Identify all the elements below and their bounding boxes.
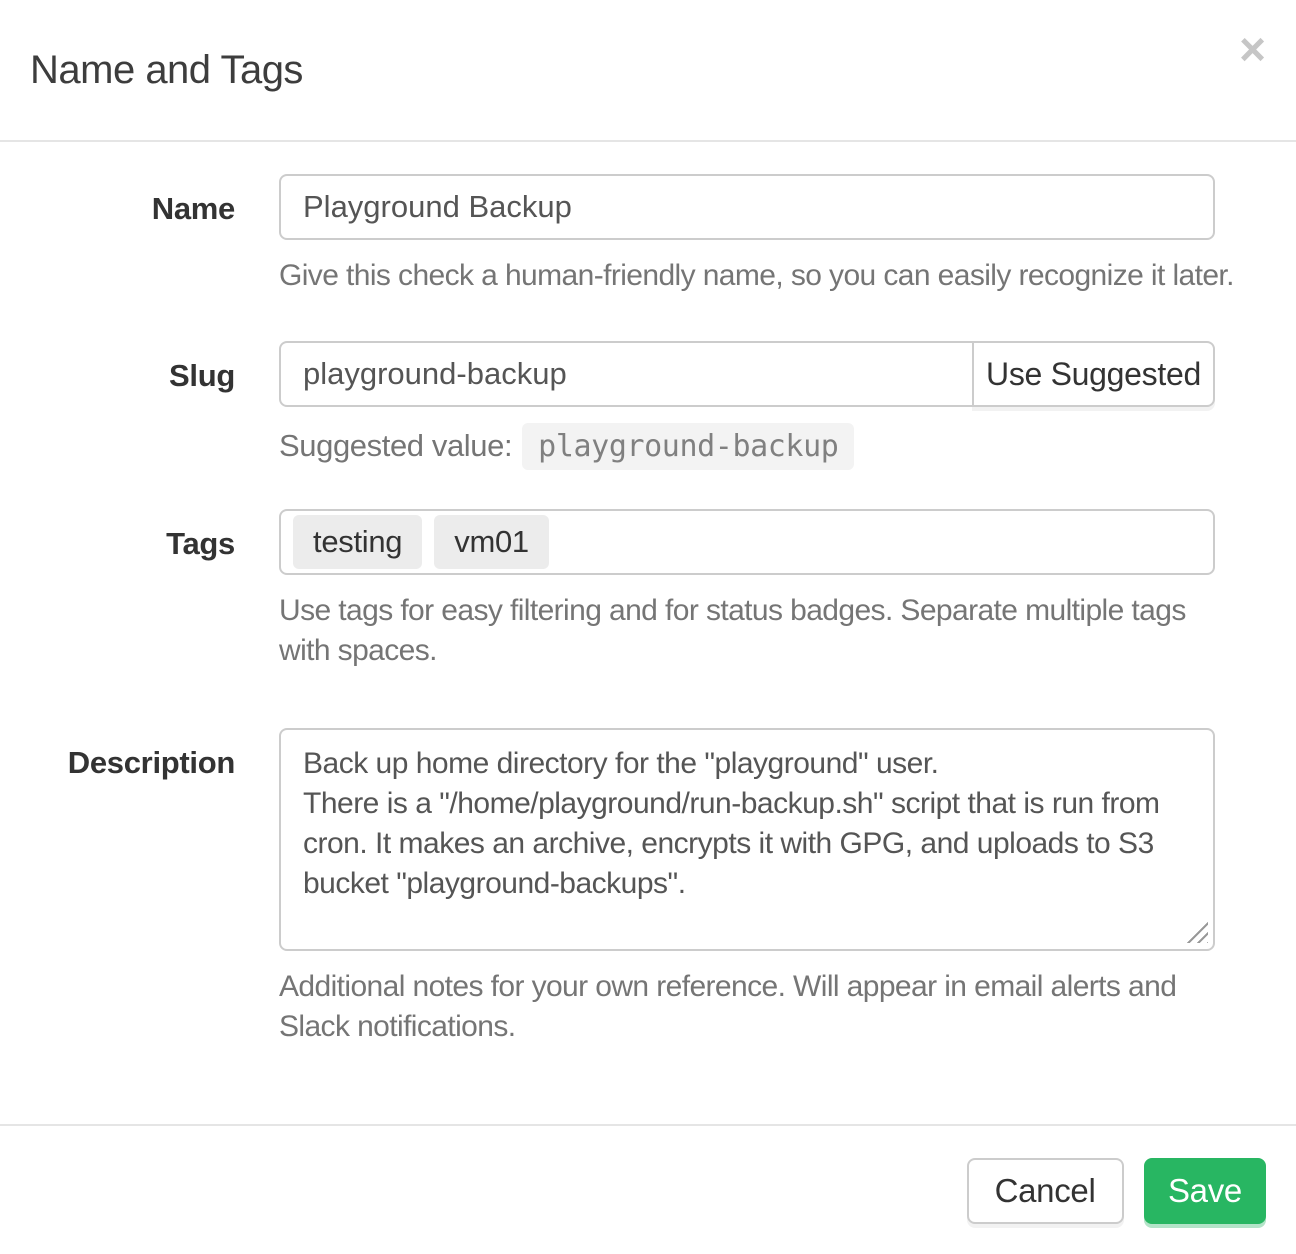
suggested-value-code: playground-backup (522, 423, 854, 470)
slug-input[interactable] (279, 341, 974, 407)
tag-chip[interactable]: vm01 (434, 515, 549, 569)
slug-input-group: Use Suggested (279, 341, 1215, 407)
tags-help-line-2: with spaces. (279, 631, 1215, 671)
dialog-footer: Cancel Save (0, 1124, 1296, 1254)
dialog-title: Name and Tags (30, 48, 1266, 92)
save-button[interactable]: Save (1144, 1158, 1266, 1224)
tags-help-text: Use tags for easy filtering and for stat… (279, 591, 1215, 671)
name-field-row: Name Give this check a human-friendly na… (30, 174, 1215, 296)
tags-label: Tags (30, 509, 279, 562)
description-label: Description (30, 728, 279, 781)
description-textarea-wrap: Back up home directory for the "playgrou… (279, 728, 1215, 951)
name-input[interactable] (279, 174, 1215, 240)
tag-chip[interactable]: testing (293, 515, 422, 569)
dialog-body: Name Give this check a human-friendly na… (0, 142, 1296, 1048)
description-help-line-2: Slack notifications. (279, 1007, 1215, 1047)
use-suggested-button[interactable]: Use Suggested (972, 341, 1215, 407)
tags-help-line-1: Use tags for easy filtering and for stat… (279, 591, 1215, 631)
description-help-text: Additional notes for your own reference.… (279, 967, 1215, 1047)
close-icon[interactable]: × (1239, 26, 1266, 72)
description-field-row: Description Back up home directory for t… (30, 728, 1215, 1047)
description-textarea[interactable]: Back up home directory for the "playgrou… (279, 728, 1215, 951)
name-and-tags-dialog: Name and Tags × Name Give this check a h… (0, 0, 1296, 1254)
slug-label: Slug (30, 341, 279, 394)
tags-field-row: Tags testingvm01 Use tags for easy filte… (30, 509, 1215, 671)
suggested-value-prefix: Suggested value: (279, 428, 512, 463)
name-label: Name (30, 174, 279, 227)
cancel-button[interactable]: Cancel (967, 1158, 1124, 1224)
tags-input[interactable]: testingvm01 (279, 509, 1215, 575)
suggested-value-line: Suggested value: playground-backup (279, 423, 1215, 470)
slug-field-row: Slug Use Suggested Suggested value: playg… (30, 341, 1215, 470)
description-help-line-1: Additional notes for your own reference.… (279, 967, 1215, 1007)
dialog-header: Name and Tags × (0, 0, 1296, 142)
name-help-text: Give this check a human-friendly name, s… (279, 256, 1215, 296)
